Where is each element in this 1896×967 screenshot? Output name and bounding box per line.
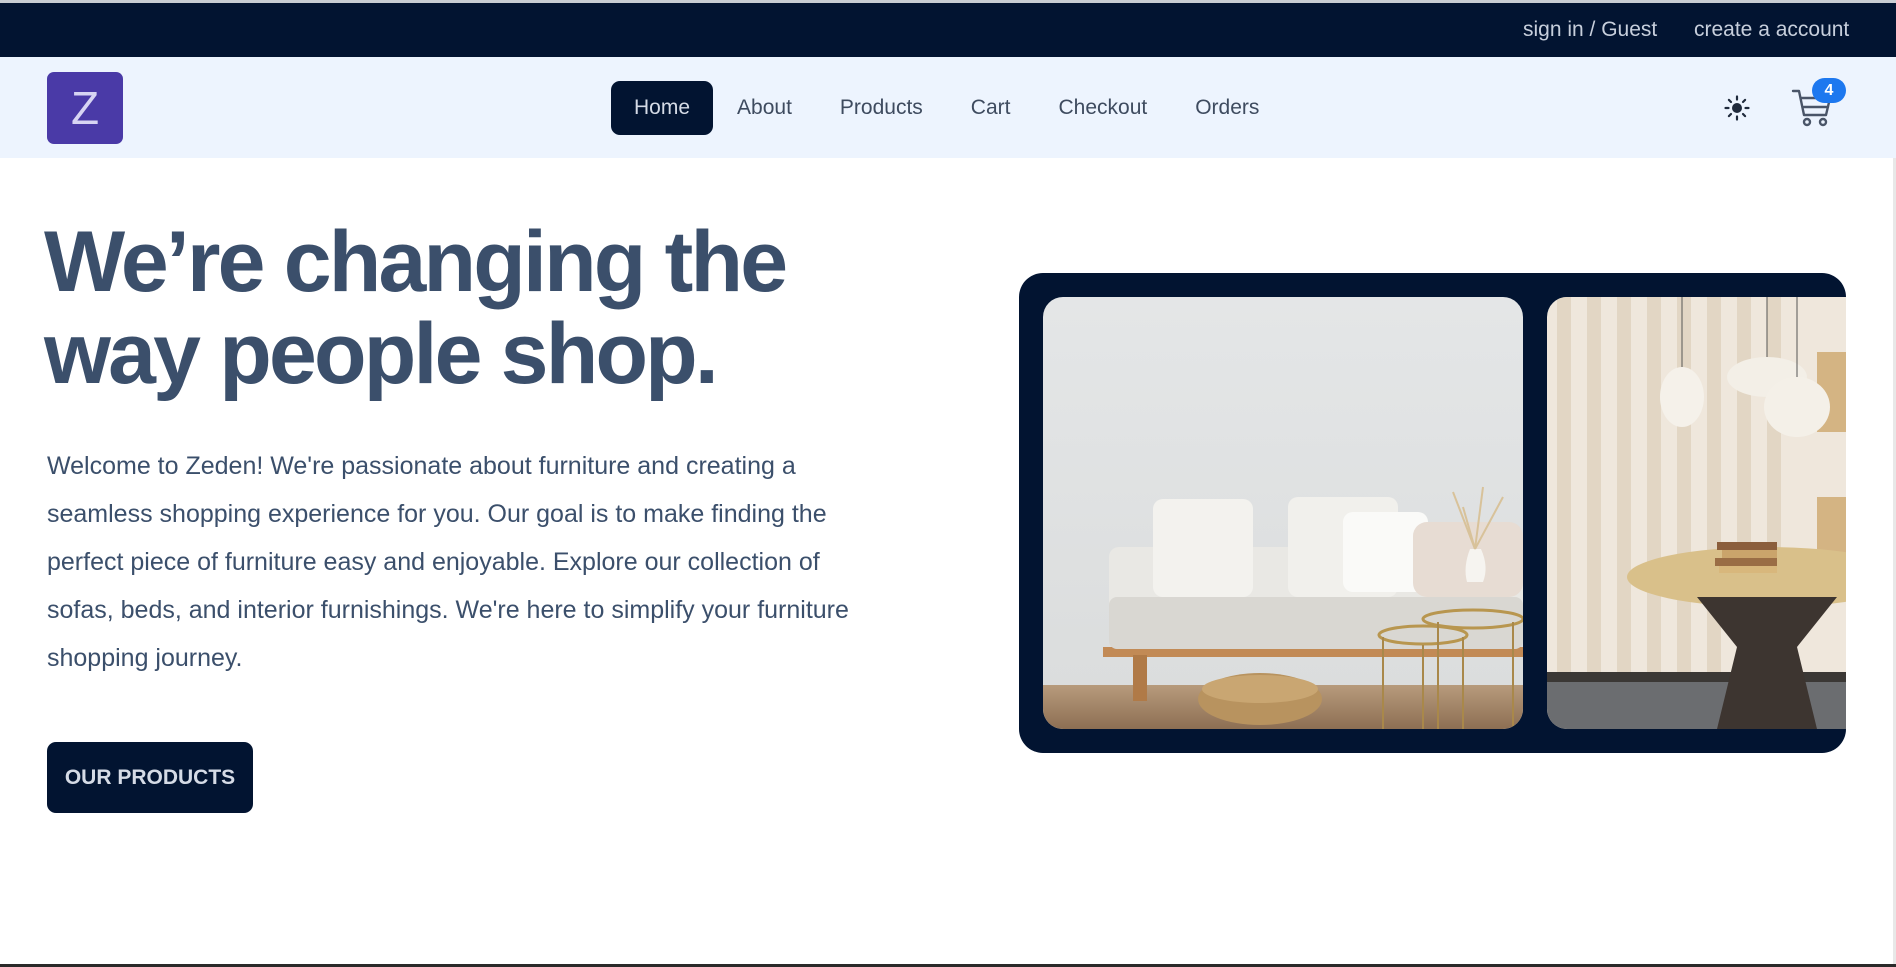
sun-icon[interactable] bbox=[1722, 93, 1752, 123]
our-products-button[interactable]: OUR PRODUCTS bbox=[47, 742, 253, 813]
cart-count-badge: 4 bbox=[1812, 78, 1846, 103]
nav-about[interactable]: About bbox=[713, 81, 816, 135]
create-account-link[interactable]: create a account bbox=[1694, 18, 1849, 42]
nav-cart[interactable]: Cart bbox=[947, 81, 1035, 135]
hero-description: Welcome to Zeden! We're passionate about… bbox=[47, 452, 849, 672]
hero-title: We’re changing the way people shop. bbox=[44, 214, 788, 402]
sign-in-link[interactable]: sign in / Guest bbox=[1523, 18, 1657, 42]
nav-orders[interactable]: Orders bbox=[1171, 81, 1283, 135]
logo-letter: Z bbox=[70, 82, 100, 134]
brand-logo[interactable]: Z bbox=[47, 72, 123, 144]
nav-checkout[interactable]: Checkout bbox=[1034, 81, 1171, 135]
top-bar: sign in / Guest create a account bbox=[0, 3, 1896, 57]
image-carousel[interactable] bbox=[1019, 273, 1846, 753]
nav-links: Home About Products Cart Checkout Orders bbox=[611, 81, 1283, 135]
nav-home[interactable]: Home bbox=[611, 81, 714, 135]
main-navbar: Z Home About Products Cart Checkout Orde… bbox=[0, 57, 1896, 158]
sofa-photo bbox=[1043, 297, 1523, 729]
nav-products[interactable]: Products bbox=[816, 81, 947, 135]
dining-table-photo bbox=[1547, 297, 1846, 729]
